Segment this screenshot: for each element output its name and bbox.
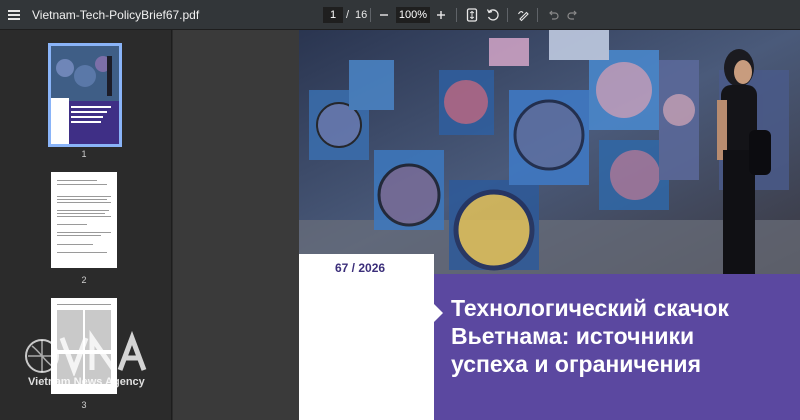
zoom-out-button[interactable] bbox=[375, 6, 393, 24]
document-viewer: 67 / 2026 Технологический скачок Вьетнам… bbox=[173, 30, 800, 420]
thumbnail-label: 3 bbox=[81, 400, 87, 410]
issue-number: 67 / 2026 bbox=[335, 261, 386, 275]
page-thumbnail-1[interactable] bbox=[48, 43, 122, 147]
watermark-text: Vietnam News Agency bbox=[28, 376, 145, 388]
toolbar-divider bbox=[370, 8, 371, 22]
headline-line: Вьетнама: источники bbox=[451, 323, 695, 349]
headline-line: успеха и ограничения bbox=[451, 351, 701, 377]
pointer-arrow bbox=[434, 304, 443, 322]
undo-button[interactable] bbox=[544, 6, 562, 24]
plus-icon bbox=[437, 11, 445, 19]
fit-page-icon bbox=[466, 8, 478, 22]
toolbar-divider bbox=[456, 8, 457, 22]
redo-button[interactable] bbox=[564, 6, 582, 24]
pdf-toolbar: Vietnam-Tech-PolicyBrief67.pdf / 16 bbox=[0, 0, 800, 30]
toolbar-divider bbox=[537, 8, 538, 22]
zoom-input[interactable] bbox=[396, 7, 430, 23]
headline-line: Технологический скачок bbox=[451, 295, 729, 321]
minus-icon bbox=[380, 14, 388, 16]
redo-icon bbox=[567, 10, 577, 20]
rotate-button[interactable] bbox=[484, 6, 502, 24]
thumbnail-cover-image bbox=[51, 46, 119, 144]
rotate-icon bbox=[486, 9, 499, 21]
page-number-input[interactable] bbox=[323, 7, 343, 23]
undo-icon bbox=[549, 10, 559, 20]
fit-page-button[interactable] bbox=[463, 6, 481, 24]
cover-photo bbox=[299, 30, 800, 274]
page-total: 16 bbox=[355, 9, 368, 21]
thumbnail-label: 1 bbox=[81, 149, 87, 159]
page-thumbnail-2[interactable] bbox=[51, 172, 117, 268]
issue-box bbox=[299, 254, 434, 420]
page-separator: / bbox=[346, 9, 350, 21]
zoom-in-button[interactable] bbox=[432, 6, 450, 24]
cover-headline: Технологический скачок Вьетнама: источни… bbox=[451, 294, 781, 378]
vna-watermark: Vietnam News Agency bbox=[22, 329, 162, 390]
annotate-button[interactable] bbox=[515, 6, 533, 24]
toolbar-divider bbox=[507, 8, 508, 22]
vna-logo-icon bbox=[25, 329, 147, 379]
document-title: Vietnam-Tech-PolicyBrief67.pdf bbox=[32, 8, 200, 22]
thumbnail-label: 2 bbox=[81, 275, 87, 285]
pen-icon bbox=[518, 11, 529, 22]
menu-icon[interactable] bbox=[4, 5, 24, 25]
pdf-page: 67 / 2026 Технологический скачок Вьетнам… bbox=[299, 30, 800, 420]
